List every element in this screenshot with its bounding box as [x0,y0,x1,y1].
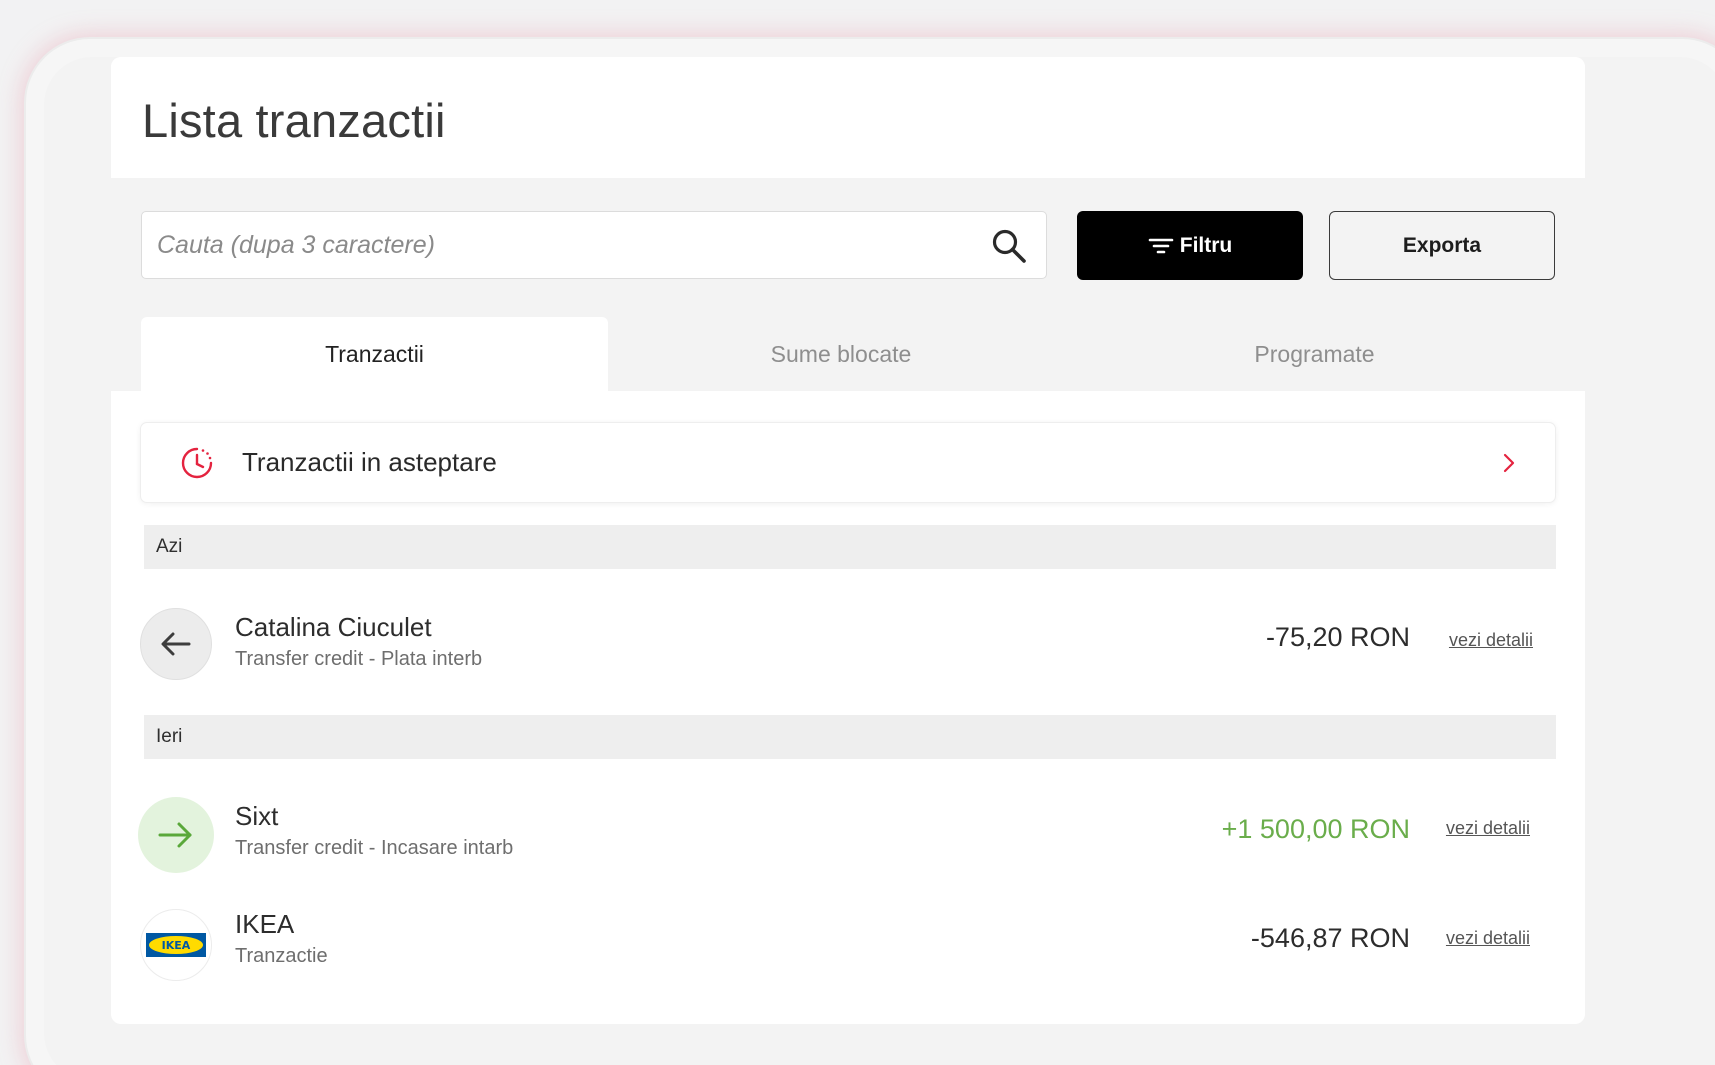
export-button[interactable]: Exporta [1329,211,1555,280]
transaction-row[interactable]: Catalina Ciuculet Transfer credit - Plat… [140,608,1560,684]
details-link[interactable]: vezi detalii [1446,818,1530,839]
toolbar-area: Filtru Exporta Tranzactii Sume blocate P… [111,178,1585,391]
pending-transactions-row[interactable]: Tranzactii in asteptare [140,422,1556,503]
tab-label: Sume blocate [770,340,912,367]
filter-icon [1148,238,1174,253]
details-link[interactable]: vezi detalii [1449,630,1533,651]
transaction-row[interactable]: Sixt Transfer credit - Incasare intarb +… [138,797,1560,873]
day-header-azi: Azi [144,525,1556,569]
transaction-name: Catalina Ciuculet [235,612,432,642]
export-button-label: Exporta [1402,233,1482,257]
transaction-description: Transfer credit - Incasare intarb [235,837,514,859]
details-link[interactable]: vezi detalii [1446,928,1530,949]
svg-text:IKEA: IKEA [162,939,191,952]
transaction-amount: -546,87 RON [1250,923,1410,953]
chevron-right-icon [1503,453,1515,473]
tab-label: Programate [1254,340,1375,367]
transaction-avatar [138,797,214,873]
transaction-avatar [140,608,212,680]
transaction-description: Tranzactie [235,945,328,967]
search-box[interactable] [141,211,1047,279]
filter-button-label: Filtru [1179,233,1233,257]
page-title: Lista tranzactii [142,94,446,147]
arrow-left-icon [161,632,191,656]
filter-button[interactable]: Filtru [1077,211,1303,280]
day-header-label: Ieri [156,726,183,747]
transaction-row[interactable]: IKEA IKEA Tranzactie -546,87 RON vezi de… [140,909,1560,985]
transaction-avatar: IKEA [140,909,212,981]
tab-tranzactii[interactable]: Tranzactii [141,317,608,391]
tab-programate[interactable]: Programate [1074,317,1555,391]
transaction-name: IKEA [235,909,295,939]
pending-label: Tranzactii in asteptare [242,447,497,477]
tab-sume-blocate[interactable]: Sume blocate [608,317,1074,391]
clock-icon [181,447,213,479]
day-header-label: Azi [156,536,183,557]
search-input[interactable] [142,212,1046,278]
tab-label: Tranzactii [325,340,424,367]
transaction-amount: -75,20 RON [1265,622,1410,652]
card-header: Lista tranzactii [111,57,1585,178]
search-icon[interactable] [990,227,1028,265]
transaction-amount: +1 500,00 RON [1221,814,1410,844]
transactions-card: Lista tranzactii Filtru Exporta Tranzact… [111,57,1585,1024]
arrow-right-icon [158,822,192,848]
transaction-name: Sixt [235,801,279,831]
ikea-logo: IKEA [146,933,206,957]
day-header-ieri: Ieri [144,715,1556,759]
tab-bar: Tranzactii Sume blocate Programate [141,317,1555,391]
transaction-description: Transfer credit - Plata interb [235,648,483,670]
